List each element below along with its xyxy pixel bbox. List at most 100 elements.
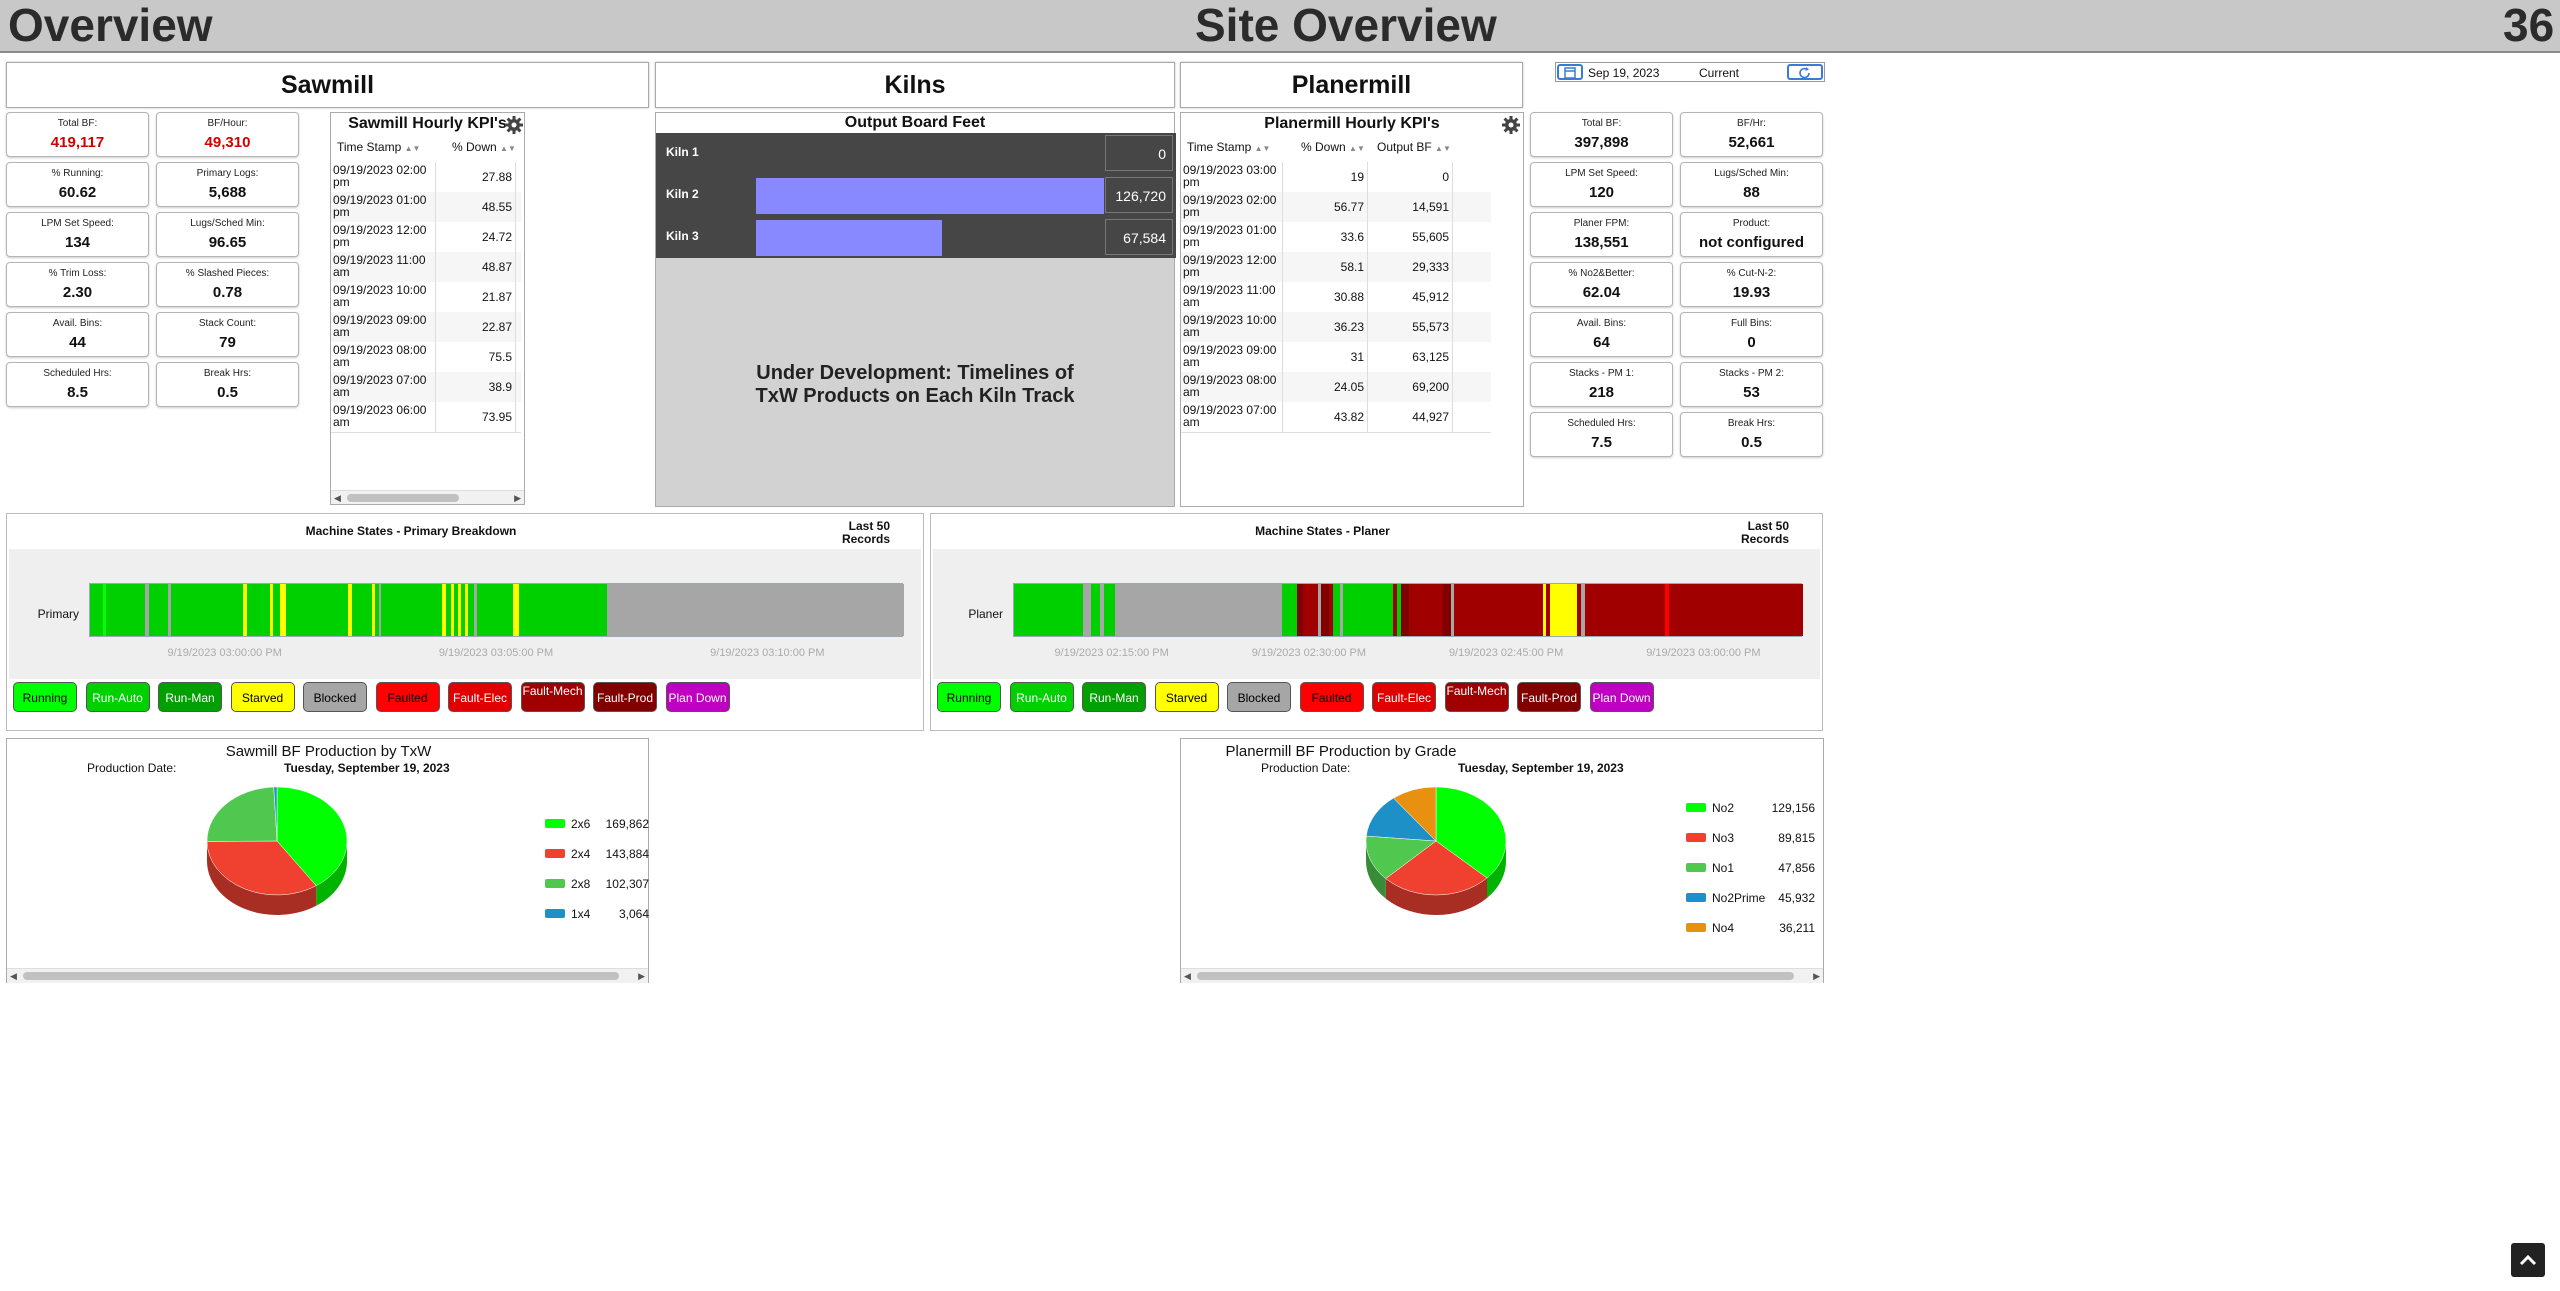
calendar-icon[interactable]	[1557, 64, 1583, 80]
legend-blocked[interactable]: Blocked	[303, 682, 367, 712]
table-row[interactable]: 09/19/2023 11:00 am 30.88 45,912	[1181, 282, 1491, 313]
legend-plan-down[interactable]: Plan Down	[665, 682, 730, 712]
legend-fault-prod[interactable]: Fault-Prod	[593, 682, 657, 712]
settings-gear-icon[interactable]	[1501, 115, 1521, 140]
legend-starved[interactable]: Starved	[230, 682, 295, 712]
state-segment[interactable]	[148, 584, 169, 636]
state-segment[interactable]	[1584, 584, 1666, 636]
legend-item[interactable]: 2x8 102,307	[545, 877, 655, 893]
state-segment[interactable]	[1282, 584, 1298, 636]
legend-item[interactable]: 2x4 143,884	[545, 847, 655, 863]
scroll-thumb[interactable]	[1197, 972, 1794, 980]
state-segment[interactable]	[1668, 584, 1804, 636]
settings-gear-icon[interactable]	[504, 115, 524, 140]
table-row[interactable]: 09/19/2023 01:00 pm 48.55	[331, 192, 521, 223]
state-segment[interactable]	[607, 584, 905, 636]
state-segment[interactable]	[381, 584, 443, 636]
kpi-tile: Avail. Bins: 64	[1530, 312, 1673, 357]
state-segment[interactable]	[519, 584, 608, 636]
time-tick-label: 9/19/2023 02:45:00 PM	[1448, 647, 1564, 659]
date-picker[interactable]: Sep 19, 2023 Current	[1555, 62, 1825, 82]
table-row[interactable]: 09/19/2023 07:00 am 38.9	[331, 372, 521, 403]
legend-item[interactable]: 1x4 3,064	[545, 907, 655, 923]
legend-faulted[interactable]: Faulted	[1299, 682, 1364, 712]
legend-item[interactable]: No2Prime 45,932	[1686, 891, 1821, 907]
col-header-timestamp[interactable]: Time Stamp ▲▼	[1187, 140, 1270, 154]
state-segment[interactable]	[90, 584, 104, 636]
scroll-left-icon[interactable]: ◀	[334, 491, 341, 504]
legend-fault-elec[interactable]: Fault-Elec	[448, 682, 512, 712]
legend-item[interactable]: No4 36,211	[1686, 921, 1821, 937]
legend-item[interactable]: No3 89,815	[1686, 831, 1821, 847]
legend-fault-elec[interactable]: Fault-Elec	[1372, 682, 1436, 712]
table-row[interactable]: 09/19/2023 07:00 am 43.82 44,927	[1181, 402, 1491, 433]
legend-label: No3	[1712, 831, 1735, 845]
table-row[interactable]: 09/19/2023 10:00 am 36.23 55,573	[1181, 312, 1491, 343]
scroll-thumb[interactable]	[347, 494, 459, 502]
table-row[interactable]: 09/19/2023 02:00 pm 56.77 14,591	[1181, 192, 1491, 223]
scroll-right-icon[interactable]: ▶	[638, 969, 645, 983]
legend-plan-down[interactable]: Plan Down	[1589, 682, 1654, 712]
table-row[interactable]: 09/19/2023 11:00 am 48.87	[331, 252, 521, 283]
table-row[interactable]: 09/19/2023 08:00 am 75.5	[331, 342, 521, 373]
table-row[interactable]: 09/19/2023 03:00 pm 19 0	[1181, 162, 1491, 193]
state-segment[interactable]	[1103, 584, 1116, 636]
scroll-right-icon[interactable]: ▶	[1813, 969, 1820, 983]
legend-starved[interactable]: Starved	[1154, 682, 1219, 712]
state-segment[interactable]	[477, 584, 514, 636]
legend-fault-prod[interactable]: Fault-Prod	[1517, 682, 1581, 712]
horizontal-scrollbar[interactable]: ◀ ▶	[331, 490, 524, 504]
horizontal-scrollbar[interactable]: ◀ ▶	[7, 968, 648, 983]
horizontal-scrollbar[interactable]: ◀ ▶	[1181, 968, 1823, 983]
legend-blocked[interactable]: Blocked	[1227, 682, 1291, 712]
legend-fault-mech[interactable]: Fault-Mech	[1444, 682, 1509, 712]
refresh-icon[interactable]	[1787, 64, 1823, 80]
state-segment[interactable]	[286, 584, 349, 636]
table-row[interactable]: 09/19/2023 09:00 am 31 63,125	[1181, 342, 1491, 373]
col-header-down[interactable]: % Down ▲▼	[1301, 140, 1365, 154]
legend-run-man[interactable]: Run-Man	[158, 682, 222, 712]
pie-slice-2x8[interactable]	[206, 786, 278, 842]
state-segment[interactable]	[170, 584, 243, 636]
table-row[interactable]: 09/19/2023 10:00 am 21.87	[331, 282, 521, 313]
state-segment[interactable]	[1550, 584, 1578, 636]
legend-running[interactable]: Running	[937, 682, 1001, 712]
legend-run-man[interactable]: Run-Man	[1082, 682, 1146, 712]
legend-running[interactable]: Running	[13, 682, 77, 712]
state-segment[interactable]	[1343, 584, 1394, 636]
state-segment[interactable]	[1115, 584, 1126, 636]
scroll-thumb[interactable]	[23, 972, 619, 980]
state-segment[interactable]	[106, 584, 146, 636]
state-segment[interactable]	[1125, 584, 1283, 636]
table-row[interactable]: 09/19/2023 06:00 am 73.95	[331, 402, 521, 433]
state-segment[interactable]	[1014, 584, 1084, 636]
legend-run-auto[interactable]: Run-Auto	[1009, 682, 1074, 712]
legend-label: No1	[1712, 861, 1735, 875]
scroll-left-icon[interactable]: ◀	[1184, 969, 1191, 983]
legend-item[interactable]: No2 129,156	[1686, 801, 1821, 817]
scroll-to-top-button[interactable]	[2511, 1243, 2545, 1277]
scroll-right-icon[interactable]: ▶	[514, 491, 521, 504]
legend-run-auto[interactable]: Run-Auto	[85, 682, 150, 712]
scroll-left-icon[interactable]: ◀	[10, 969, 17, 983]
col-header-output-bf[interactable]: Output BF ▲▼	[1377, 140, 1451, 154]
table-row[interactable]: 09/19/2023 01:00 pm 33.6 55,605	[1181, 222, 1491, 253]
legend-item[interactable]: No1 47,856	[1686, 861, 1821, 877]
legend-fault-mech[interactable]: Fault-Mech	[520, 682, 585, 712]
state-segment[interactable]	[1454, 584, 1544, 636]
table-row[interactable]: 09/19/2023 12:00 pm 58.1 29,333	[1181, 252, 1491, 283]
table-row[interactable]: 09/19/2023 12:00 pm 24.72	[331, 222, 521, 253]
legend-faulted[interactable]: Faulted	[375, 682, 440, 712]
state-segment[interactable]	[1302, 584, 1319, 636]
kpi-label: Full Bins:	[1730, 318, 1773, 329]
table-row[interactable]: 09/19/2023 08:00 am 24.05 69,200	[1181, 372, 1491, 403]
state-segment[interactable]	[1408, 584, 1444, 636]
col-header-timestamp[interactable]: Time Stamp ▲▼	[337, 140, 420, 154]
state-segment[interactable]	[247, 584, 271, 636]
state-segment[interactable]	[351, 584, 373, 636]
col-header-down[interactable]: % Down ▲▼	[452, 140, 516, 154]
kpi-tile: LPM Set Speed: 134	[6, 212, 149, 257]
table-row[interactable]: 09/19/2023 09:00 am 22.87	[331, 312, 521, 343]
table-row[interactable]: 09/19/2023 02:00 pm 27.88	[331, 162, 521, 193]
legend-item[interactable]: 2x6 169,862	[545, 817, 655, 833]
